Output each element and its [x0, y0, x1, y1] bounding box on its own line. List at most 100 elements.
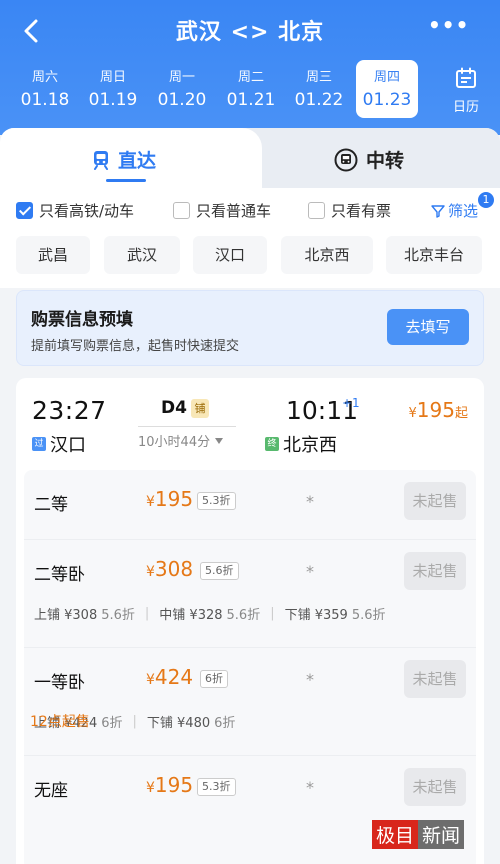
min-price-value: 195	[416, 398, 455, 422]
seat-price: ¥195	[146, 487, 193, 511]
station-chip[interactable]: 武昌	[16, 236, 90, 274]
departure-time: 23:27	[32, 396, 107, 425]
seat-price: ¥195	[146, 773, 193, 797]
yen-sign: ¥	[146, 672, 155, 688]
not-on-sale-button[interactable]: 未起售	[404, 552, 466, 590]
duration-toggle[interactable]: 10小时44分	[138, 431, 224, 450]
transfer-train-icon	[334, 148, 358, 171]
discount-badge: 5.6折	[200, 562, 239, 580]
origin-station: 过 汉口	[32, 431, 86, 457]
date-value: 01.23	[362, 90, 412, 110]
date-item[interactable]: 周六 01.18	[14, 60, 76, 118]
prefill-banner: 购票信息预填 提前填写购票信息，起售时快速提交 去填写	[16, 290, 484, 366]
duration-line	[138, 426, 236, 427]
destination-station: 终 北京西	[265, 431, 337, 457]
seat-price-value: 308	[154, 557, 194, 581]
duration-text: 10小时44分	[138, 435, 211, 450]
tab-transfer[interactable]: 中转	[262, 128, 500, 188]
tab-active-indicator	[106, 179, 146, 182]
header-bar: 武汉 <> 北京 ••• 周六 01.18 周日 01.19 周一 01.20 …	[0, 0, 500, 135]
date-item[interactable]: 周一 01.20	[151, 60, 213, 118]
berth-label: 中铺 ¥328	[159, 608, 223, 623]
date-value: 01.21	[226, 90, 276, 110]
date-weekday: 周一	[168, 70, 195, 85]
plus-day: +1	[342, 396, 360, 410]
min-price: ¥195起	[409, 398, 468, 422]
discount-badge: 5.3折	[197, 492, 236, 510]
filter-label: 筛选	[447, 202, 478, 220]
seat-row: 二等 ¥195 5.3折 * 未起售	[24, 470, 476, 540]
watermark-part2: 新闻	[418, 819, 465, 849]
berth-label: 上铺 ¥308	[34, 608, 98, 623]
date-weekday: 周二	[237, 70, 264, 85]
tab-bar: 直达 中转	[0, 128, 500, 188]
berth-discount: 5.6折	[226, 608, 261, 623]
date-weekday: 周日	[99, 70, 126, 85]
seat-price-value: 195	[154, 487, 194, 511]
seat-price-value: 424	[154, 665, 194, 689]
seat-price: ¥308	[146, 557, 193, 581]
seat-availability: *	[306, 778, 314, 797]
tab-direct[interactable]: 直达	[0, 128, 262, 188]
seat-name: 无座	[34, 781, 68, 801]
station-chip[interactable]: 北京西	[281, 236, 373, 274]
not-on-sale-button[interactable]: 未起售	[404, 768, 466, 806]
tab-direct-label: 直达	[118, 150, 157, 172]
seat-availability: *	[306, 562, 314, 581]
seat-name: 二等卧	[34, 565, 85, 585]
calendar-icon	[456, 67, 476, 88]
available-only-checkbox[interactable]: 只看有票	[308, 200, 391, 221]
route-title: 武汉 <> 北京	[175, 20, 325, 45]
calendar-label: 日历	[452, 100, 479, 115]
date-item[interactable]: 周二 01.21	[220, 60, 282, 118]
filter-count-badge: 1	[478, 192, 494, 208]
prefill-button[interactable]: 去填写	[387, 309, 469, 345]
station-chip[interactable]: 武汉	[104, 236, 180, 274]
train-card[interactable]: 23:27 D4 铺 10小时44分 10:11 +1 ¥195起 过 汉口 终…	[16, 378, 484, 864]
filter-button[interactable]: 筛选	[431, 200, 478, 221]
sale-time-note: 12点起售	[30, 714, 90, 730]
station-chip[interactable]: 汉口	[193, 236, 267, 274]
min-price-suffix: 起	[454, 406, 468, 421]
checkbox-unchecked	[308, 202, 325, 219]
terminal-tag: 终	[265, 437, 279, 451]
more-icon[interactable]: •••	[428, 15, 468, 40]
normal-only-checkbox[interactable]: 只看普通车	[173, 200, 271, 221]
date-item[interactable]: 周日 01.19	[82, 60, 144, 118]
funnel-icon	[431, 204, 445, 218]
yen-sign: ¥	[146, 780, 155, 796]
station-chips: 武昌 武汉 汉口 北京西 北京丰台	[0, 236, 500, 288]
seat-row: 无座 ¥195 5.3折 * 未起售	[24, 756, 476, 826]
hs-only-label: 只看高铁/动车	[39, 202, 135, 220]
origin-name: 汉口	[50, 435, 86, 456]
seat-availability: *	[306, 670, 314, 689]
date-item[interactable]: 周三 01.22	[288, 60, 350, 118]
station-chip[interactable]: 北京丰台	[386, 236, 482, 274]
caret-down-icon	[215, 437, 224, 444]
berth-label: 下铺 ¥480	[146, 716, 211, 731]
seat-row: 二等卧 ¥308 5.6折 * 未起售 上铺 ¥308 5.6折 | 中铺 ¥32…	[24, 540, 476, 648]
not-on-sale-button[interactable]: 未起售	[404, 482, 466, 520]
seat-name: 二等	[34, 495, 68, 515]
discount-badge: 5.3折	[197, 778, 236, 796]
seat-availability: *	[306, 492, 314, 511]
date-value: 01.20	[157, 90, 207, 110]
date-weekday: 周三	[305, 70, 332, 85]
main-panel: 直达 中转 只看高铁/动车 只看普通车 只看有票 筛选 1 武昌 武汉 汉口 北…	[0, 128, 500, 864]
hs-only-checkbox[interactable]: 只看高铁/动车	[16, 200, 134, 221]
prefill-title: 购票信息预填	[31, 310, 133, 330]
checkbox-checked	[16, 202, 33, 219]
date-value: 01.18	[20, 90, 70, 110]
berth-discount: 6折	[101, 716, 123, 731]
not-on-sale-button[interactable]: 未起售	[404, 660, 466, 698]
seat-price-value: 195	[154, 773, 194, 797]
seat-list: 二等 ¥195 5.3折 * 未起售 二等卧 ¥308 5.6折 * 未起售 上…	[24, 470, 476, 864]
train-icon	[94, 150, 108, 170]
filter-bar: 只看高铁/动车 只看普通车 只看有票 筛选 1	[0, 188, 500, 236]
date-value: 01.22	[294, 90, 344, 110]
date-item-selected[interactable]: 周四 01.23	[356, 60, 418, 118]
calendar-button[interactable]: 日历	[446, 62, 486, 115]
normal-only-label: 只看普通车	[196, 202, 272, 220]
min-price-yen: ¥	[408, 406, 417, 421]
date-weekday: 周四	[373, 70, 400, 85]
